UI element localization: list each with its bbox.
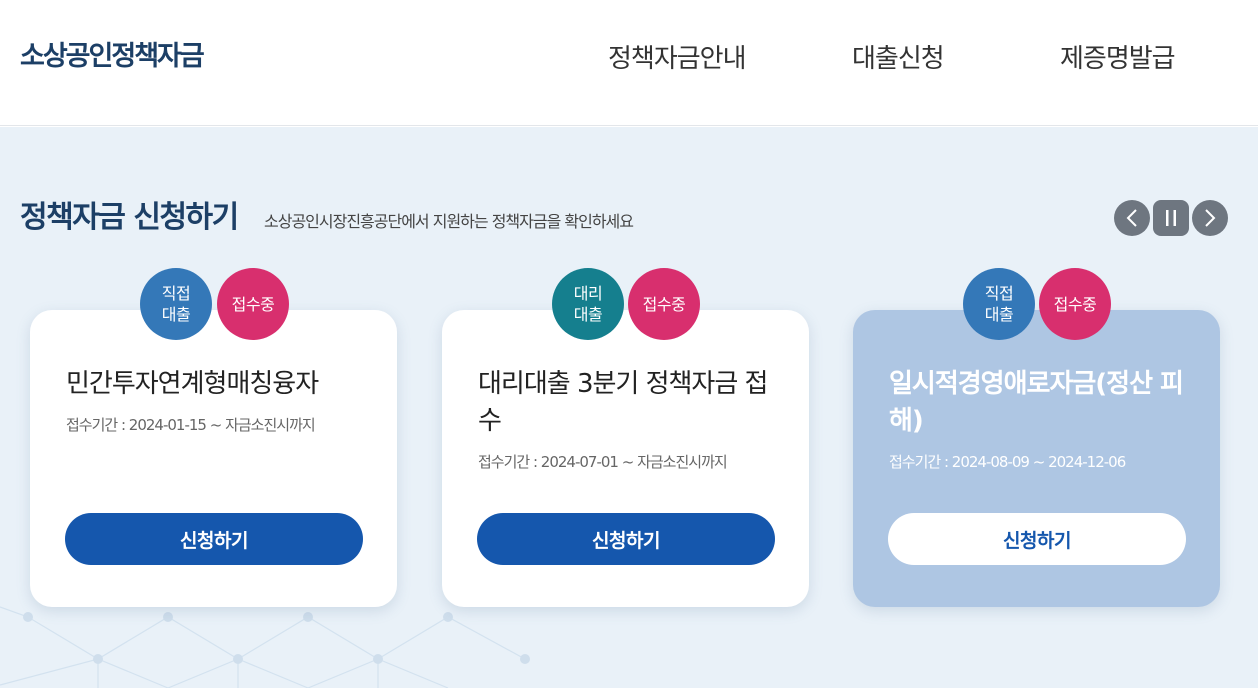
chevron-right-icon bbox=[1205, 209, 1216, 227]
chevron-left-icon bbox=[1126, 209, 1137, 227]
prev-slide-button[interactable] bbox=[1114, 200, 1150, 236]
status-badge: 접수중 bbox=[628, 268, 700, 340]
loan-type-badge: 직접 대출 bbox=[140, 268, 212, 340]
nav-certificate-issuance[interactable]: 제증명발급 bbox=[1060, 38, 1176, 75]
section-subtitle: 소상공인시장진흥공단에서 지원하는 정책자금을 확인하세요 bbox=[264, 212, 634, 231]
card-period: 접수기간 : 2024-07-01 ~ 자금소진시까지 bbox=[478, 453, 728, 471]
card-period: 접수기간 : 2024-01-15 ~ 자금소진시까지 bbox=[66, 416, 316, 434]
nav-loan-application[interactable]: 대출신청 bbox=[852, 38, 945, 75]
pause-slide-button[interactable] bbox=[1153, 200, 1189, 236]
fund-section: 정책자금 신청하기 소상공인시장진흥공단에서 지원하는 정책자금을 확인하세요 … bbox=[0, 127, 1258, 688]
section-title: 정책자금 신청하기 bbox=[20, 200, 239, 235]
nav-policy-fund-info[interactable]: 정책자금안내 bbox=[608, 38, 747, 75]
status-badge: 접수중 bbox=[217, 268, 289, 340]
fund-card: 민간투자연계형매칭융자 접수기간 : 2024-01-15 ~ 자금소진시까지 … bbox=[30, 310, 397, 607]
pause-icon bbox=[1166, 210, 1176, 226]
loan-type-badge: 대리 대출 bbox=[552, 268, 624, 340]
status-badge: 접수중 bbox=[1039, 268, 1111, 340]
apply-button[interactable]: 신청하기 bbox=[888, 513, 1186, 565]
card-period: 접수기간 : 2024-08-09 ~ 2024-12-06 bbox=[889, 453, 1126, 471]
site-logo[interactable]: 소상공인정책자금 bbox=[20, 34, 205, 73]
site-header: 소상공인정책자금 정책자금안내 대출신청 제증명발급 bbox=[0, 0, 1258, 126]
fund-card: 일시적경영애로자금(정산 피해) 접수기간 : 2024-08-09 ~ 202… bbox=[853, 310, 1220, 607]
card-title: 일시적경영애로자금(정산 피해) bbox=[889, 369, 1184, 436]
card-title: 대리대출 3분기 정책자금 접수 bbox=[478, 369, 768, 436]
apply-button[interactable]: 신청하기 bbox=[477, 513, 775, 565]
apply-button[interactable]: 신청하기 bbox=[65, 513, 363, 565]
next-slide-button[interactable] bbox=[1192, 200, 1228, 236]
card-title: 민간투자연계형매칭융자 bbox=[66, 369, 319, 399]
loan-type-badge: 직접 대출 bbox=[963, 268, 1035, 340]
fund-card: 대리대출 3분기 정책자금 접수 접수기간 : 2024-07-01 ~ 자금소… bbox=[442, 310, 809, 607]
